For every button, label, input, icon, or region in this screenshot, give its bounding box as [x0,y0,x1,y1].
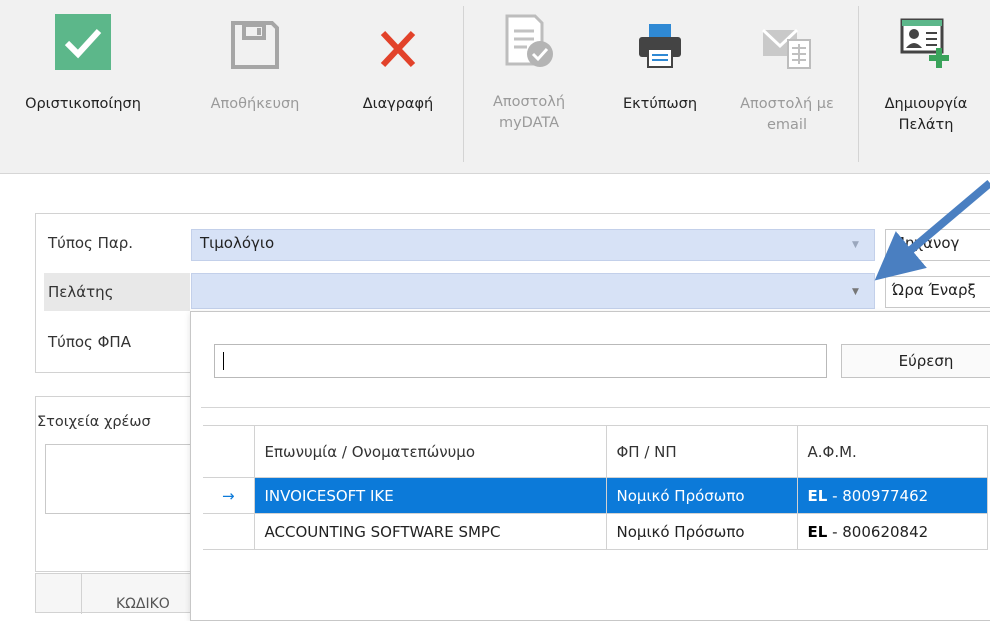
annotation-arrow-icon [874,179,990,281]
